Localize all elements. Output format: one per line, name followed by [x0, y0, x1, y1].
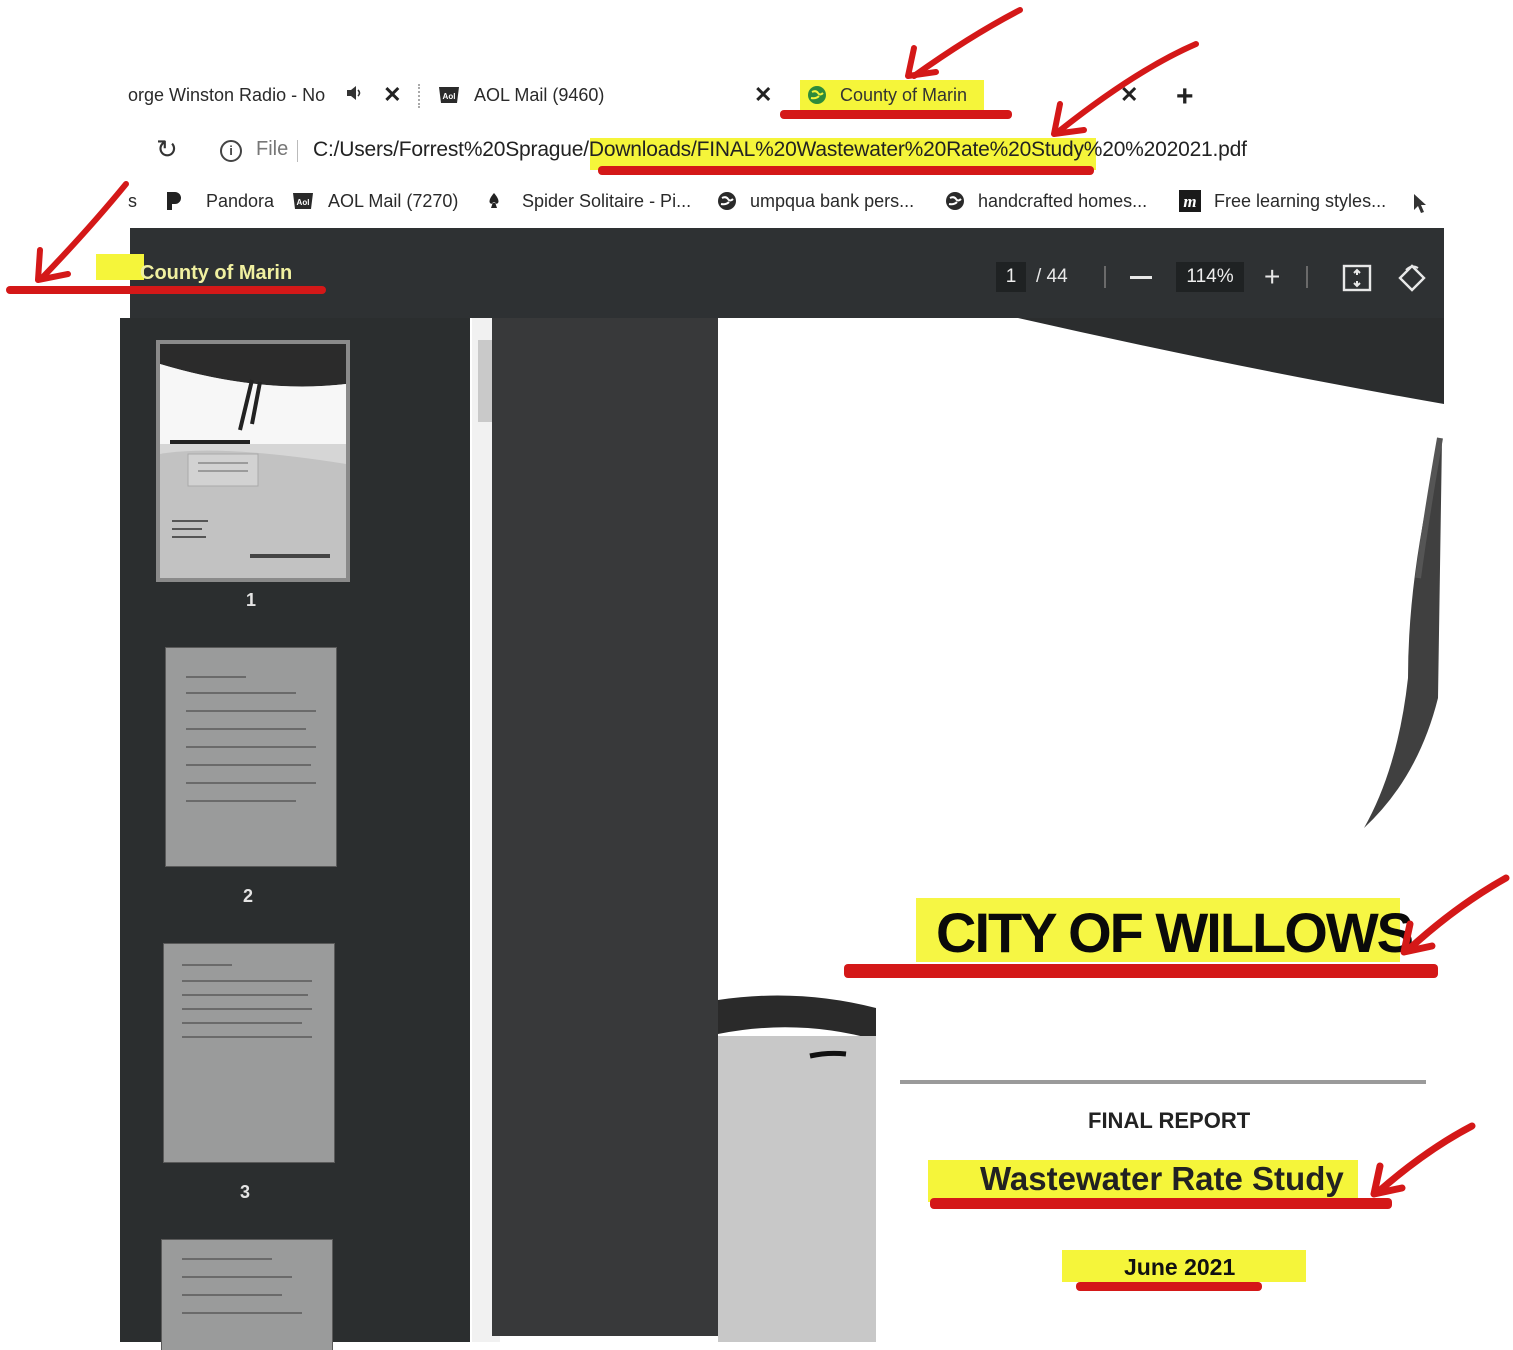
- tab-title: County of Marin: [840, 84, 968, 105]
- address-bar-url[interactable]: C:/Users/Forrest%20Sprague/Downloads/FIN…: [313, 138, 1247, 162]
- cursor-icon: [1412, 192, 1428, 219]
- bookmark-label: umpqua bank pers...: [750, 190, 915, 211]
- tab-aol-close[interactable]: ✕: [754, 78, 772, 112]
- svg-text:m: m: [1183, 192, 1196, 211]
- red-underline: [930, 1198, 1392, 1209]
- thumbnail-text-line: [182, 1312, 302, 1314]
- thumbnail-text-line: [186, 782, 316, 784]
- fit-page-icon[interactable]: [1342, 264, 1372, 297]
- svg-text:Aol: Aol: [297, 198, 310, 207]
- thumbnail-text-line: [186, 710, 316, 712]
- thumbnail-page-1[interactable]: [160, 344, 346, 578]
- toolbar-separator: [1306, 266, 1308, 288]
- page-total: / 44: [1036, 266, 1068, 287]
- document-study-title: Wastewater Rate Study: [980, 1160, 1344, 1197]
- thumbnail-number: 3: [240, 1182, 251, 1202]
- globe-icon: [716, 190, 738, 212]
- rotate-icon[interactable]: [1396, 262, 1428, 299]
- bookmark-label: handcrafted homes...: [978, 190, 1148, 211]
- document-city-title: CITY OF WILLOWS: [936, 901, 1414, 964]
- svg-text:Aol: Aol: [443, 92, 456, 101]
- red-underline: [598, 166, 1094, 175]
- bookmark-pandora[interactable]: Pandora: [164, 186, 274, 216]
- toolbar-separator: [1104, 266, 1106, 288]
- spade-icon: [486, 192, 502, 210]
- thumbnail-text-line: [182, 1276, 292, 1278]
- thumbnail-text-line: [182, 1022, 302, 1024]
- close-icon[interactable]: ✕: [754, 82, 772, 108]
- thumbnail-text-line: [182, 1008, 312, 1010]
- thumbnail-art: [160, 344, 346, 578]
- info-icon[interactable]: i: [220, 140, 242, 162]
- thumbnail-text-line: [182, 1036, 312, 1038]
- tab-title: orge Winston Radio - No: [128, 84, 326, 105]
- thumbnail-text-line: [182, 964, 232, 966]
- bookmark-umpqua-bank[interactable]: umpqua bank pers...: [716, 186, 914, 216]
- bookmark-label: AOL Mail (7270): [328, 190, 459, 211]
- thumbnail-page-3[interactable]: [164, 944, 334, 1162]
- red-arrow-annotation: [1051, 41, 1199, 137]
- speaker-icon[interactable]: [345, 85, 363, 106]
- bookmark-aol-mail[interactable]: Aol AOL Mail (7270): [290, 186, 458, 216]
- red-underline: [1076, 1282, 1262, 1291]
- bookmark-spider-solitaire[interactable]: Spider Solitaire - Pi...: [486, 186, 691, 216]
- aol-icon: Aol: [436, 84, 462, 106]
- tab-divider: [418, 84, 421, 108]
- bookmark-label: Free learning styles...: [1214, 190, 1387, 211]
- tab-george-winston-radio[interactable]: orge Winston Radio - No ✕: [128, 78, 402, 112]
- thumbnail-number: 1: [246, 590, 257, 610]
- red-arrow-annotation: [905, 7, 1023, 79]
- pandora-icon: [164, 190, 184, 212]
- page-number-input[interactable]: 1: [996, 262, 1026, 292]
- document-date: June 2021: [1124, 1254, 1236, 1280]
- red-arrow-annotation: [1370, 1122, 1476, 1198]
- thumbnail-text-line: [182, 994, 308, 996]
- document-background: [492, 318, 718, 1336]
- bookmark-label: Spider Solitaire - Pi...: [522, 190, 692, 211]
- thumbnail-page-2[interactable]: [166, 648, 336, 866]
- thumbnail-number: 2: [243, 886, 254, 906]
- zoom-in-button[interactable]: +: [1264, 262, 1280, 292]
- pdf-toolbar: [130, 228, 1444, 318]
- thumbnail-text-line: [182, 980, 312, 982]
- globe-icon: [806, 84, 828, 106]
- thumbnail-text-line: [186, 728, 306, 730]
- file-label: File: [256, 138, 289, 160]
- pdf-title: County of Marin: [140, 262, 293, 284]
- reload-icon[interactable]: ↻: [156, 134, 178, 165]
- red-underline: [844, 964, 1438, 978]
- thumbnail-text-line: [182, 1258, 272, 1260]
- m-icon: m: [1178, 189, 1202, 213]
- tab-aol-mail[interactable]: Aol AOL Mail (9460): [436, 78, 604, 112]
- thumbnail-text-line: [186, 800, 296, 802]
- bookmark-label: Pandora: [206, 190, 275, 211]
- tab-title: AOL Mail (9460): [474, 84, 605, 105]
- bookmark-free-learning-styles[interactable]: m Free learning styles...: [1178, 186, 1386, 216]
- zoom-out-button[interactable]: [1130, 276, 1152, 279]
- bookmark-handcrafted-homes[interactable]: handcrafted homes...: [944, 186, 1147, 216]
- zoom-level-input[interactable]: 114%: [1176, 262, 1244, 292]
- thumbnail-page-4[interactable]: [162, 1240, 332, 1350]
- aol-icon: Aol: [290, 190, 316, 212]
- red-arrow-annotation: [1400, 874, 1510, 956]
- address-separator: [297, 140, 298, 162]
- thumbnail-text-line: [186, 676, 246, 678]
- close-icon[interactable]: ✕: [383, 82, 401, 108]
- document-report-label: FINAL REPORT: [1088, 1108, 1251, 1133]
- globe-icon: [944, 190, 966, 212]
- thumbnail-text-line: [186, 746, 316, 748]
- thumbnail-text-line: [186, 764, 311, 766]
- thumbnail-text-line: [182, 1294, 282, 1296]
- thumbnail-text-line: [186, 692, 296, 694]
- red-arrow-annotation: [35, 181, 129, 283]
